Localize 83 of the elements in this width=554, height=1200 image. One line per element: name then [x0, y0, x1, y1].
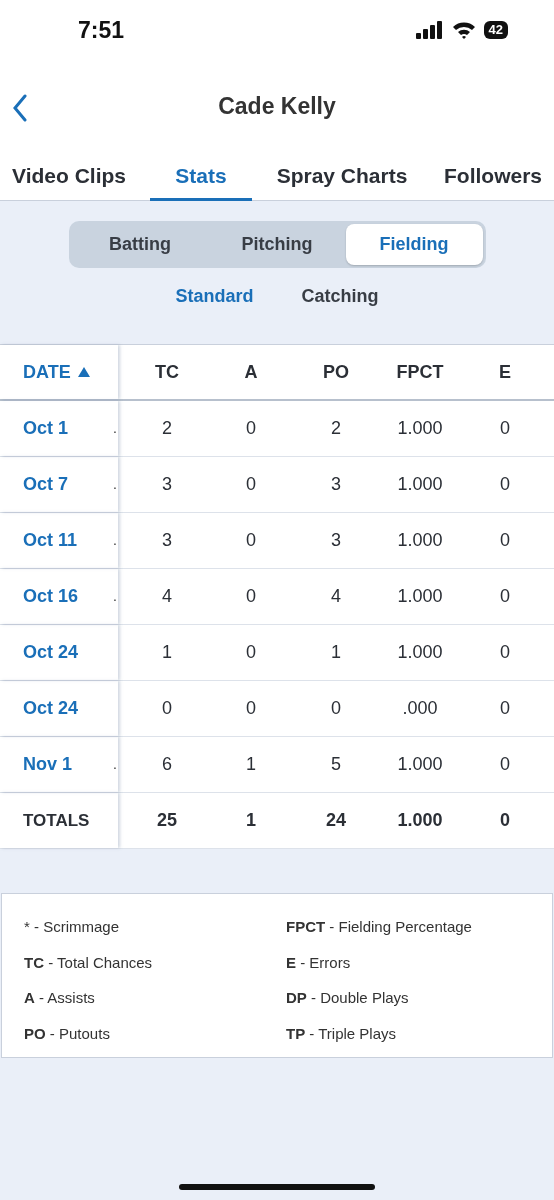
totals-label: TOTALS — [23, 809, 90, 832]
page-title: Cade Kelly — [218, 91, 336, 121]
table-cell-text: 4 — [161, 585, 173, 608]
legend-entry: E - Errors — [286, 952, 352, 973]
truncated-mark: . — [113, 755, 117, 774]
date-link[interactable]: Oct 24 — [23, 695, 79, 722]
table-cell-text: 2 — [330, 417, 342, 440]
segment-button[interactable]: Batting — [71, 224, 209, 265]
segment-button[interactable]: Pitching — [208, 224, 346, 265]
table-cell-text: 0 — [245, 585, 257, 608]
table-cell-text: 3 — [330, 529, 342, 552]
legend-entry: TP - Triple Plays — [286, 1023, 398, 1044]
total-cell-text: 25 — [156, 809, 178, 832]
date-link[interactable]: Oct 16 — [23, 583, 79, 610]
table-cell-text: 1.000 — [396, 417, 444, 440]
column-header: E — [498, 360, 512, 384]
table-cell-text: 1 — [330, 641, 342, 664]
table-cell-text: 0 — [245, 697, 257, 720]
date-link[interactable]: Oct 24 — [23, 639, 79, 666]
table-cell-text: 0 — [499, 473, 511, 496]
table-cell-text: 1 — [161, 641, 173, 664]
status-time: 7:51 — [78, 15, 126, 45]
column-header: TC — [154, 360, 180, 384]
date-link[interactable]: Oct 7 — [23, 471, 69, 498]
truncated-mark: . — [113, 587, 117, 606]
segment-button[interactable]: Fielding — [345, 224, 483, 265]
total-cell-text: 24 — [325, 809, 347, 832]
truncated-mark: . — [113, 475, 117, 494]
legend-entry: PO - Putouts — [24, 1023, 111, 1044]
sort-ascending-icon — [76, 366, 91, 378]
table-cell-text: 5 — [330, 753, 342, 776]
table-cell-text: 1.000 — [396, 473, 444, 496]
legend-entry: DP - Double Plays — [286, 988, 410, 1008]
legend-entry: * - Scrimmage — [24, 917, 121, 937]
table-cell-text: 1.000 — [396, 641, 444, 664]
column-header: PO — [322, 360, 350, 384]
sub-tab[interactable]: Standard — [175, 282, 254, 310]
back-icon[interactable] — [12, 94, 28, 122]
tab[interactable]: Spray Charts — [252, 142, 432, 201]
table-cell-text: 3 — [161, 529, 173, 552]
table-cell-text: 6 — [161, 753, 173, 776]
battery-level: 42 — [483, 21, 508, 39]
total-cell-text: 1.000 — [396, 809, 444, 832]
legend-entry: FPCT - Fielding Percentage — [286, 917, 473, 937]
date-link[interactable]: Nov 1 — [23, 751, 73, 778]
table-cell-text: 3 — [161, 473, 173, 496]
table-cell-text: 0 — [245, 473, 257, 496]
table-cell-text: 0 — [245, 641, 257, 664]
table-cell-text: .000 — [401, 697, 439, 720]
column-header: FPCT — [395, 360, 445, 384]
date-link[interactable]: Oct 11 — [23, 527, 78, 554]
table-cell-text: 0 — [499, 641, 511, 664]
legend-entry: TC - Total Chances — [24, 952, 154, 973]
table-cell-text: 0 — [161, 697, 173, 720]
date-link[interactable]: Oct 1 — [23, 415, 69, 442]
table-cell-text: 1.000 — [396, 529, 444, 552]
table-cell-text: 0 — [330, 697, 342, 720]
tab[interactable]: Stats — [150, 142, 252, 201]
table-cell-text: 0 — [245, 529, 257, 552]
column-header: A — [243, 360, 259, 384]
total-cell-text: 0 — [499, 809, 511, 832]
table-cell-text: 1.000 — [396, 585, 444, 608]
table-cell-text: 1 — [245, 753, 257, 776]
table-cell-text: 0 — [499, 753, 511, 776]
table-cell-text: 0 — [499, 417, 511, 440]
tab[interactable]: Video Clips — [0, 142, 150, 201]
table-cell-text: 0 — [499, 529, 511, 552]
table-cell-text: 0 — [245, 417, 257, 440]
wifi-icon — [451, 21, 476, 39]
signal-icon — [415, 21, 444, 39]
table-cell-text: 3 — [330, 473, 342, 496]
truncated-mark: . — [113, 419, 117, 438]
tab[interactable]: Followers — [432, 142, 554, 201]
table-cell-text: 1.000 — [396, 753, 444, 776]
truncated-mark: . — [113, 531, 117, 550]
sub-tab[interactable]: Catching — [301, 282, 379, 310]
sort-column-header[interactable]: DATE — [23, 358, 91, 386]
table-cell-text: 0 — [499, 697, 511, 720]
table-cell-text: 4 — [330, 585, 342, 608]
legend-entry: A - Assists — [24, 988, 96, 1008]
total-cell-text: 1 — [245, 809, 257, 832]
table-cell-text: 2 — [161, 417, 173, 440]
table-cell-text: 0 — [499, 585, 511, 608]
